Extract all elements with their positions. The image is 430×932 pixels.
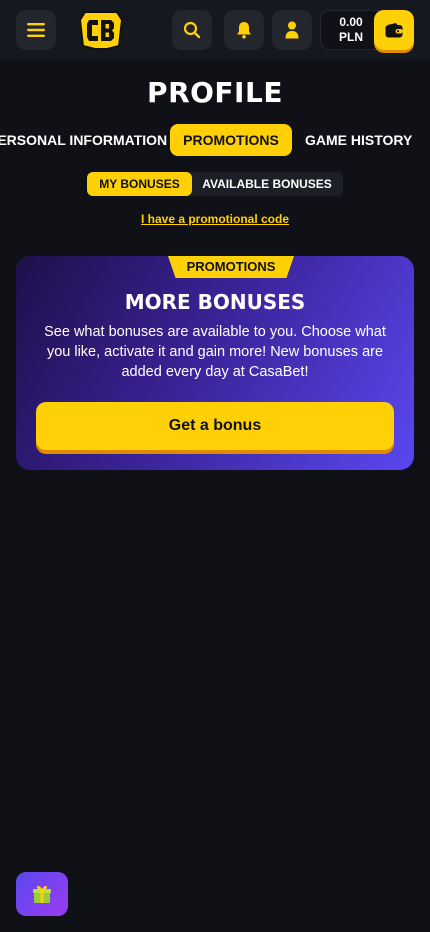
balance-widget[interactable]: 0.00 PLN bbox=[320, 10, 414, 50]
card-tag: PROMOTIONS bbox=[168, 256, 294, 278]
menu-icon bbox=[27, 23, 45, 37]
gift-icon bbox=[33, 885, 51, 903]
subtab-my-bonuses[interactable]: MY BONUSES bbox=[87, 172, 192, 196]
profile-tabs: PERSONAL INFORMATION PROMOTIONS GAME HIS… bbox=[0, 124, 430, 156]
user-icon bbox=[285, 21, 299, 39]
wallet-icon bbox=[385, 22, 403, 37]
tab-game-history[interactable]: GAME HISTORY bbox=[305, 124, 412, 156]
page-title: PROFILE bbox=[147, 76, 283, 109]
menu-button[interactable] bbox=[16, 10, 56, 50]
card-description: See what bonuses are available to you. C… bbox=[44, 324, 386, 380]
profile-button[interactable] bbox=[272, 10, 312, 50]
promo-code-link[interactable]: I have a promotional code bbox=[0, 212, 430, 226]
wallet-button[interactable] bbox=[374, 10, 414, 50]
bell-icon bbox=[237, 22, 251, 39]
balance-currency: PLN bbox=[339, 30, 363, 44]
top-header: 0.00 PLN bbox=[0, 0, 430, 60]
card-title: MORE BONUSES bbox=[124, 290, 306, 314]
balance-amount: 0.00 bbox=[339, 15, 363, 29]
balance-display: 0.00 PLN bbox=[329, 15, 373, 45]
tab-personal-information[interactable]: PERSONAL INFORMATION bbox=[0, 124, 167, 156]
notifications-button[interactable] bbox=[224, 10, 264, 50]
get-bonus-button[interactable]: Get a bonus bbox=[36, 402, 394, 450]
bonus-subtabs: MY BONUSES AVAILABLE BONUSES bbox=[87, 172, 343, 196]
tab-promotions[interactable]: PROMOTIONS bbox=[170, 124, 292, 156]
gift-button[interactable] bbox=[16, 872, 68, 916]
search-icon bbox=[183, 21, 201, 39]
logo[interactable] bbox=[78, 10, 124, 50]
search-button[interactable] bbox=[172, 10, 212, 50]
promo-card: PROMOTIONS MORE BONUSES See what bonuses… bbox=[16, 256, 414, 470]
subtab-available-bonuses[interactable]: AVAILABLE BONUSES bbox=[199, 172, 335, 196]
